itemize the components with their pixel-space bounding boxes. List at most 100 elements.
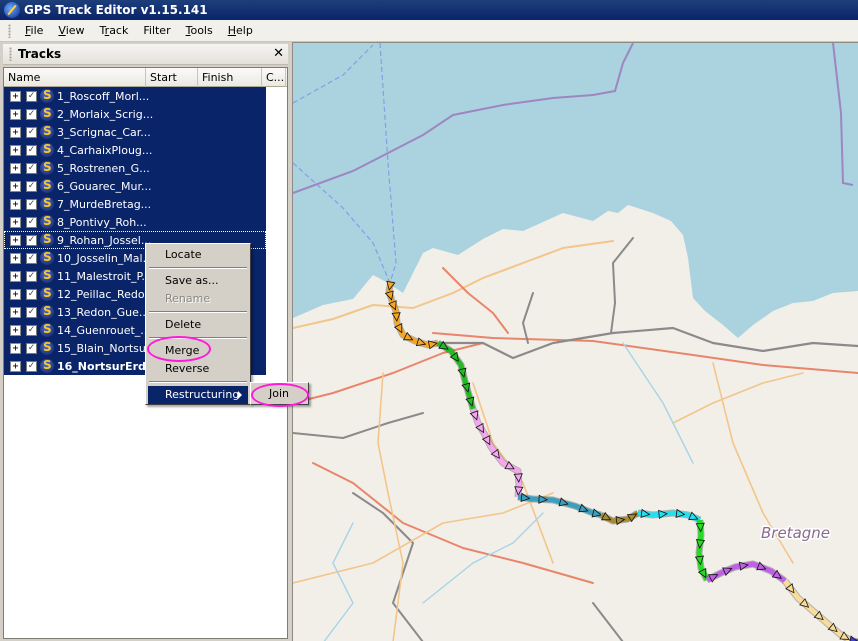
map-canvas[interactable]: Bretagne xyxy=(293,43,858,641)
track-icon xyxy=(40,88,54,103)
expand-icon[interactable]: + xyxy=(10,198,21,210)
track-name: 13_Redon_Gue... xyxy=(57,305,150,319)
visibility-checkbox[interactable]: ✓ xyxy=(26,144,37,156)
menu-item-save-as[interactable]: Save as... xyxy=(148,272,248,290)
visibility-checkbox[interactable]: ✓ xyxy=(26,342,37,354)
menu-help[interactable]: Help xyxy=(222,22,259,39)
visibility-checkbox[interactable]: ✓ xyxy=(26,360,37,372)
track-name: 15_Blain_Nortsu... xyxy=(57,341,157,355)
expand-icon[interactable]: + xyxy=(10,306,21,318)
menu-item-restructuring-label: Restructuring xyxy=(165,388,240,401)
merge-highlight-annotation xyxy=(147,336,211,362)
menu-item-locate[interactable]: Locate xyxy=(148,246,248,264)
visibility-checkbox[interactable]: ✓ xyxy=(26,216,37,228)
expand-icon[interactable]: + xyxy=(10,126,21,138)
window-title: GPS Track Editor v1.15.141 xyxy=(24,3,208,17)
map-view[interactable]: Bretagne xyxy=(293,42,858,641)
visibility-checkbox[interactable]: ✓ xyxy=(26,270,37,282)
menu-item-reverse[interactable]: Reverse xyxy=(148,360,248,378)
menu-filter[interactable]: Filter xyxy=(137,22,176,39)
expand-icon[interactable]: + xyxy=(10,270,21,282)
visibility-checkbox[interactable]: ✓ xyxy=(26,324,37,336)
track-name: 3_Scrignac_Car... xyxy=(57,125,151,139)
expand-icon[interactable]: + xyxy=(10,162,21,174)
column-header-finish[interactable]: Finish xyxy=(198,68,262,87)
expand-icon[interactable]: + xyxy=(10,360,21,372)
column-header-name[interactable]: Name xyxy=(4,68,146,87)
column-header-c[interactable]: C... xyxy=(262,68,286,87)
window-titlebar: GPS Track Editor v1.15.141 xyxy=(0,0,858,20)
visibility-checkbox[interactable]: ✓ xyxy=(26,180,37,192)
menu-item-delete[interactable]: Delete xyxy=(148,316,248,334)
menu-separator xyxy=(149,267,247,269)
track-name: 11_Malestroit_P... xyxy=(57,269,152,283)
visibility-checkbox[interactable]: ✓ xyxy=(26,306,37,318)
visibility-checkbox[interactable]: ✓ xyxy=(26,288,37,300)
track-name: 6_Gouarec_Mur... xyxy=(57,179,152,193)
expand-icon[interactable]: + xyxy=(10,108,21,120)
track-icon xyxy=(40,322,54,337)
toolbar-grip-icon[interactable] xyxy=(8,23,11,38)
join-highlight-annotation xyxy=(251,383,309,407)
track-row[interactable]: + ✓ 6_Gouarec_Mur... xyxy=(4,177,266,195)
track-row[interactable]: + ✓ 7_MurdeBretag... xyxy=(4,195,266,213)
expand-icon[interactable]: + xyxy=(10,216,21,228)
submenu-arrow-icon xyxy=(238,391,242,399)
track-icon xyxy=(40,304,54,319)
visibility-checkbox[interactable]: ✓ xyxy=(26,126,37,138)
expand-icon[interactable]: + xyxy=(10,234,21,246)
expand-icon[interactable]: + xyxy=(10,252,21,264)
track-name: 8_Pontivy_Roh... xyxy=(57,215,147,229)
column-header-start[interactable]: Start xyxy=(146,68,198,87)
context-menu: Locate Save as... Rename Delete Merge Re… xyxy=(145,243,251,405)
menu-track[interactable]: Track xyxy=(94,22,135,39)
track-icon xyxy=(40,286,54,301)
track-name: 9_Rohan_Jossel... xyxy=(57,233,152,247)
visibility-checkbox[interactable]: ✓ xyxy=(26,252,37,264)
visibility-checkbox[interactable]: ✓ xyxy=(26,90,37,102)
expand-icon[interactable]: + xyxy=(10,90,21,102)
expand-icon[interactable]: + xyxy=(10,144,21,156)
track-row[interactable]: + ✓ 2_Morlaix_Scrig... xyxy=(4,105,266,123)
track-name: 12_Peillac_Redo... xyxy=(57,287,155,301)
menu-separator xyxy=(149,311,247,313)
expand-icon[interactable]: + xyxy=(10,342,21,354)
menu-item-rename: Rename xyxy=(165,292,211,305)
menu-tools[interactable]: Tools xyxy=(180,22,219,39)
track-icon xyxy=(40,178,54,193)
menubar: File View Track Filter Tools Help xyxy=(0,20,858,42)
track-row[interactable]: + ✓ 8_Pontivy_Roh... xyxy=(4,213,266,231)
track-name: 4_CarhaixPloug... xyxy=(57,143,153,157)
expand-icon[interactable]: + xyxy=(10,288,21,300)
close-icon[interactable]: ✕ xyxy=(273,46,284,61)
menu-file[interactable]: File xyxy=(19,22,49,39)
expand-icon[interactable]: + xyxy=(10,324,21,336)
visibility-checkbox[interactable]: ✓ xyxy=(26,162,37,174)
track-row[interactable]: + ✓ 1_Roscoff_Morl... xyxy=(4,87,266,105)
track-name: 10_Josselin_Mal... xyxy=(57,251,154,265)
track-row[interactable]: + ✓ 5_Rostrenen_G... xyxy=(4,159,266,177)
track-icon xyxy=(40,340,54,355)
track-icon xyxy=(40,160,54,175)
track-name: 5_Rostrenen_G... xyxy=(57,161,150,175)
menu-item-restructuring[interactable]: Restructuring xyxy=(148,386,248,404)
column-headers: Name Start Finish C... xyxy=(4,68,287,87)
track-icon xyxy=(40,250,54,265)
track-icon xyxy=(40,124,54,139)
menu-view[interactable]: View xyxy=(52,22,90,39)
region-label-bretagne: Bretagne xyxy=(761,524,830,542)
expand-icon[interactable]: + xyxy=(10,180,21,192)
track-icon xyxy=(40,232,54,247)
track-row[interactable]: + ✓ 4_CarhaixPloug... xyxy=(4,141,266,159)
menu-separator xyxy=(149,381,247,383)
track-name: 14_Guenrouet_... xyxy=(57,323,151,337)
visibility-checkbox[interactable]: ✓ xyxy=(26,198,37,210)
visibility-checkbox[interactable]: ✓ xyxy=(26,108,37,120)
panel-grip-icon[interactable] xyxy=(9,47,12,61)
track-icon xyxy=(40,106,54,121)
track-icon xyxy=(40,268,54,283)
track-row[interactable]: + ✓ 3_Scrignac_Car... xyxy=(4,123,266,141)
visibility-checkbox[interactable]: ✓ xyxy=(26,234,37,246)
tracks-panel-header: Tracks ✕ xyxy=(3,44,290,65)
track-icon xyxy=(40,142,54,157)
